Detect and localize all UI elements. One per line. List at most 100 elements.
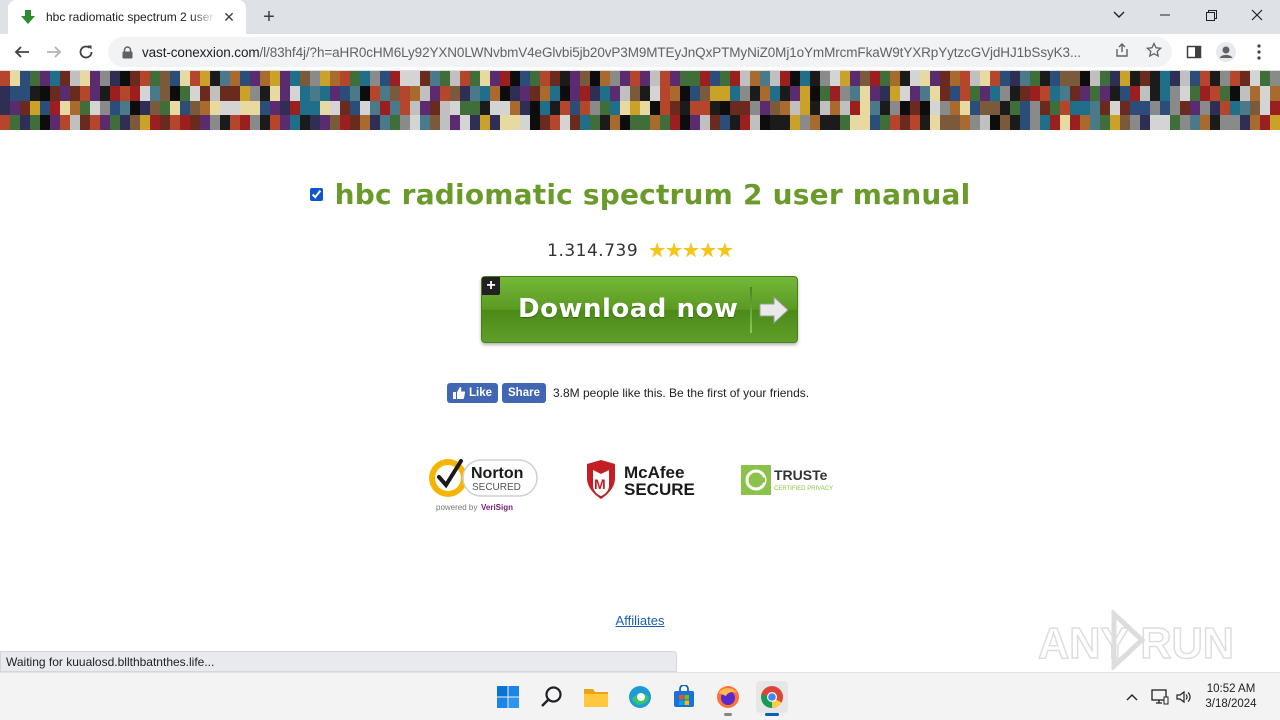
banner-thumbnail (1140, 100, 1150, 116)
banner-thumbnail (0, 115, 10, 130)
banner-thumbnail (100, 85, 110, 101)
banner-thumbnail (1130, 115, 1140, 130)
side-panel-icon[interactable] (1183, 41, 1205, 63)
banner-thumbnail (1190, 85, 1200, 101)
address-bar[interactable]: vast-conexxion.com/l/83hf4j/?h=aHR0cHM6L… (108, 37, 1172, 67)
banner-thumbnail (200, 115, 210, 130)
banner-thumbnail (620, 71, 630, 86)
restore-button[interactable] (1188, 0, 1234, 30)
banner-thumbnail (1130, 100, 1140, 116)
chrome-button[interactable] (756, 681, 788, 716)
banner-thumbnail (880, 85, 890, 101)
banner-thumbnail (1030, 115, 1040, 130)
store-button[interactable] (668, 681, 700, 713)
banner-thumbnail (1020, 71, 1030, 86)
fb-share-label: Share (508, 386, 540, 399)
network-icon[interactable] (1150, 687, 1170, 707)
minimize-button[interactable] (1142, 0, 1188, 30)
banner-thumbnail (1220, 85, 1230, 101)
banner-thumbnail (1020, 85, 1030, 101)
banner-thumbnail (1200, 100, 1210, 116)
firefox-button[interactable] (712, 681, 744, 716)
search-button[interactable] (536, 681, 568, 713)
banner-thumbnail (1050, 85, 1060, 101)
close-window-button[interactable] (1234, 0, 1280, 30)
banner-thumbnail (1270, 85, 1280, 101)
banner-thumbnail (620, 85, 630, 101)
banner-thumbnail (1110, 100, 1120, 116)
bookmark-star-icon[interactable] (1145, 41, 1163, 59)
banner-thumbnail (820, 85, 830, 101)
heading-checkbox[interactable] (309, 187, 323, 201)
download-now-button[interactable]: + Download now (481, 276, 798, 343)
banner-thumbnail (900, 71, 910, 86)
back-button[interactable] (8, 38, 36, 66)
show-hidden-icons-chevron[interactable] (1122, 687, 1142, 707)
menu-kebab-icon[interactable] (1248, 41, 1270, 63)
banner-thumbnail (570, 71, 580, 86)
banner-thumbnail (1140, 71, 1150, 86)
tab-close-icon[interactable]: ✕ (220, 8, 238, 26)
fb-like-button[interactable]: Like (447, 382, 499, 403)
browser-tab[interactable]: hbc radiomatic spectrum 2 user manual ✕ (8, 0, 246, 34)
banner-thumbnail (130, 85, 140, 101)
banner-thumbnail (520, 100, 530, 116)
banner-thumbnail (350, 115, 360, 130)
banner-thumbnail (390, 71, 400, 86)
banner-thumbnail (1120, 71, 1130, 86)
banner-thumbnail (980, 85, 990, 101)
banner-thumbnail (520, 115, 530, 130)
banner-thumbnail (950, 85, 960, 101)
share-icon[interactable] (1113, 41, 1131, 59)
banner-thumbnail (300, 115, 310, 130)
banner-thumbnail (380, 100, 390, 116)
banner-thumbnail (880, 115, 890, 130)
banner-thumbnail (340, 71, 350, 86)
banner-thumbnail (250, 85, 260, 101)
profile-avatar-icon[interactable] (1215, 41, 1237, 63)
banner-thumbnail (390, 115, 400, 130)
banner-thumbnail (130, 71, 140, 86)
verisign-text: VeriSign (481, 503, 513, 512)
banner-thumbnail (870, 71, 880, 86)
edge-button[interactable] (624, 681, 656, 713)
file-explorer-button[interactable] (580, 681, 612, 713)
banner-thumbnail (490, 71, 500, 86)
banner-thumbnail (870, 115, 880, 130)
banner-thumbnail (1260, 115, 1270, 130)
banner-thumbnail (890, 100, 900, 116)
banner-thumbnail (120, 115, 130, 130)
star-icon: ★ (715, 240, 734, 262)
banner-thumbnail (60, 115, 70, 130)
banner-thumbnail (580, 71, 590, 86)
fb-share-button[interactable]: Share (502, 382, 546, 403)
forward-button[interactable] (40, 38, 68, 66)
banner-thumbnail (150, 85, 160, 101)
banner-thumbnail (180, 100, 190, 116)
banner-thumbnail (850, 100, 860, 116)
tab-search-icon[interactable] (1096, 0, 1142, 30)
volume-icon[interactable] (1174, 687, 1194, 707)
banner-thumbnail (1060, 85, 1070, 101)
banner-thumbnail (540, 115, 550, 130)
tab-strip: hbc radiomatic spectrum 2 user manual ✕ … (0, 0, 1280, 34)
start-button[interactable] (492, 681, 524, 713)
banner-thumbnail (440, 115, 450, 130)
banner-thumbnail (980, 71, 990, 86)
banner-thumbnail (80, 115, 90, 130)
banner-thumbnail (580, 100, 590, 116)
banner-thumbnail (1220, 100, 1230, 116)
lock-icon[interactable] (120, 45, 134, 59)
plus-icon: + (482, 277, 500, 295)
affiliates-link[interactable]: Affiliates (616, 613, 665, 628)
new-tab-button[interactable]: + (257, 6, 281, 28)
banner-thumbnail (990, 100, 1000, 116)
banner-thumbnail (790, 100, 800, 116)
tab-title: hbc radiomatic spectrum 2 user manual (46, 10, 216, 24)
banner-thumbnail (820, 71, 830, 86)
system-clock[interactable]: 10:52 AM 3/18/2024 (1196, 682, 1266, 712)
url-text[interactable]: vast-conexxion.com/l/83hf4j/?h=aHR0cHM6L… (142, 45, 1102, 60)
reload-button[interactable] (72, 38, 100, 66)
banner-thumbnail (670, 85, 680, 101)
store-bag-icon (674, 685, 694, 707)
